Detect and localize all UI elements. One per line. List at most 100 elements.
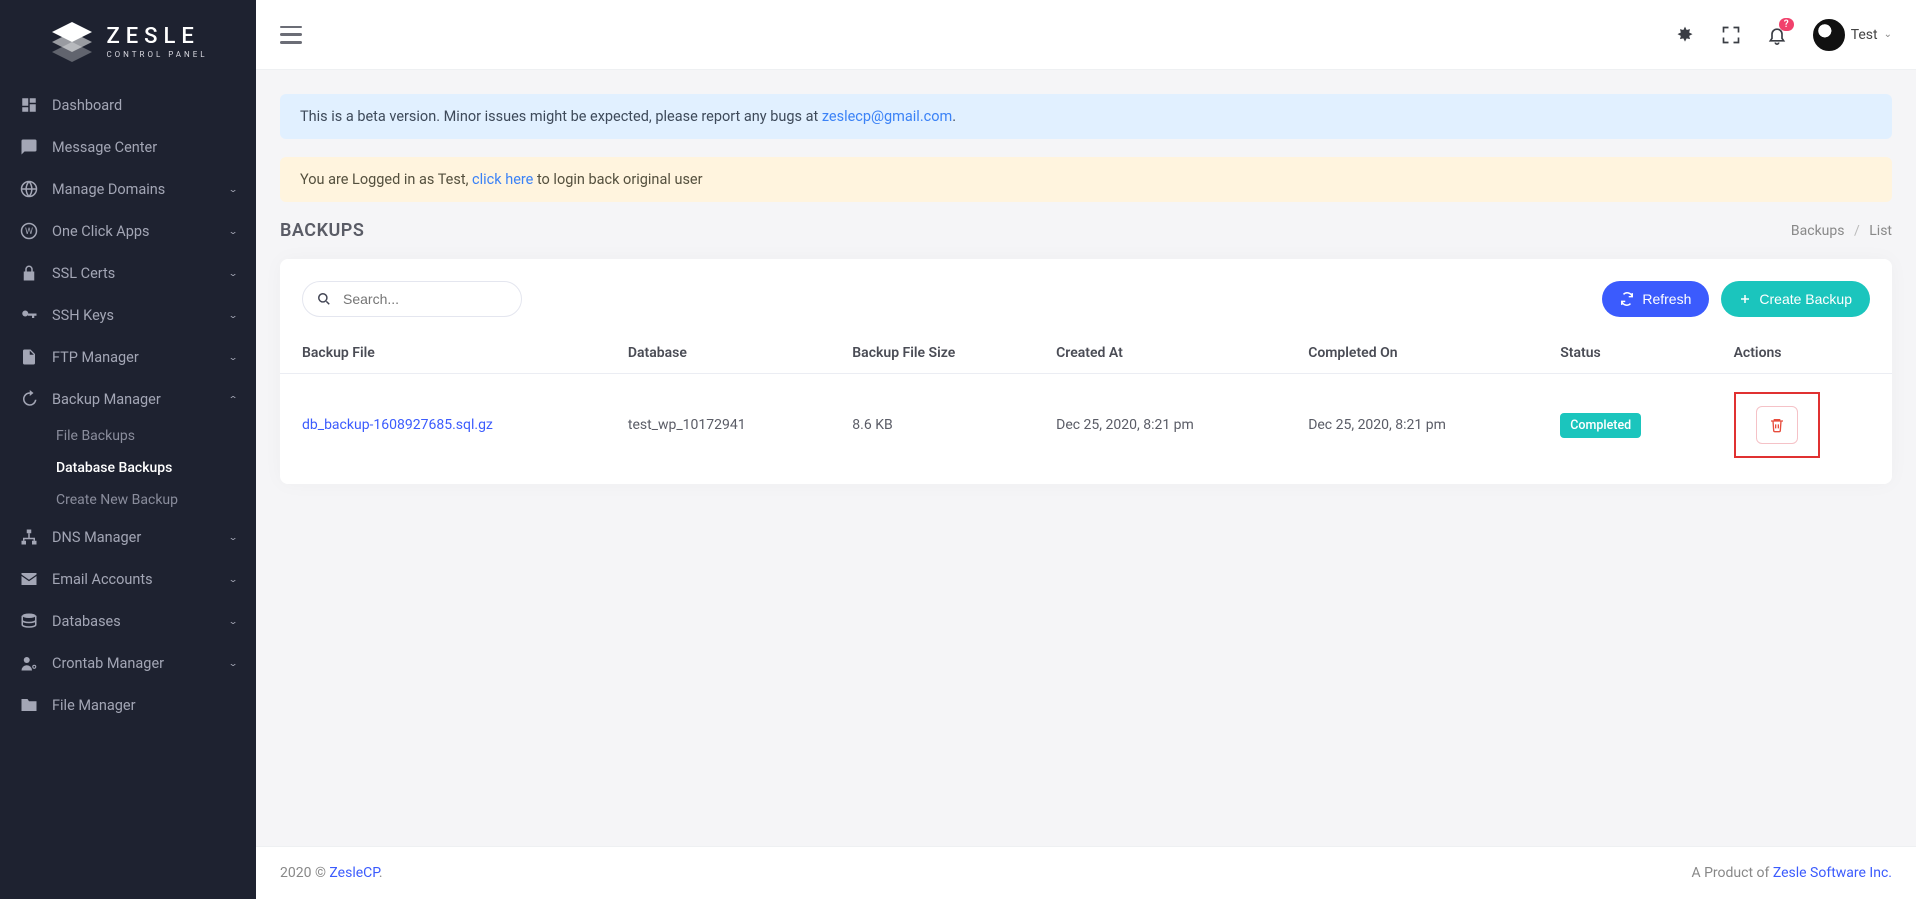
search-input[interactable]: [302, 281, 522, 317]
chevron-down-icon: ⌄: [228, 658, 238, 668]
footer-brand-link[interactable]: ZesleCP: [329, 865, 378, 881]
logo-subtitle: CONTROL PANEL: [106, 50, 207, 59]
dashboard-icon: [18, 96, 40, 114]
col-created: Created At: [1034, 333, 1286, 374]
delete-button[interactable]: [1756, 406, 1798, 444]
topbar: ? Test ⌄: [256, 0, 1916, 70]
page-head: BACKUPS Backups / List: [280, 220, 1892, 241]
nav-label: Manage Domains: [52, 181, 228, 198]
sidebar-sub-database-backups[interactable]: Database Backups: [0, 452, 256, 484]
footer-company-link[interactable]: Zesle Software Inc.: [1773, 865, 1892, 881]
sidebar-sub-file-backups[interactable]: File Backups: [0, 420, 256, 452]
sidebar: ZESLE CONTROL PANEL Dashboard Message Ce…: [0, 0, 256, 899]
chevron-down-icon: ⌄: [228, 574, 238, 584]
fullscreen-icon[interactable]: [1721, 25, 1741, 45]
login-back-link[interactable]: click here: [472, 171, 533, 188]
backup-file-link[interactable]: db_backup-1608927685.sql.gz: [302, 417, 493, 433]
breadcrumb-separator: /: [1854, 223, 1860, 239]
crumb-parent[interactable]: Backups: [1791, 223, 1845, 239]
nav-label: Dashboard: [52, 97, 238, 114]
sidebar-item-message-center[interactable]: Message Center: [0, 126, 256, 168]
nav-label: One Click Apps: [52, 223, 228, 240]
status-badge: Completed: [1560, 413, 1641, 438]
breadcrumb: Backups / List: [1791, 223, 1892, 239]
user-name: Test: [1851, 27, 1878, 43]
nav-label: Message Center: [52, 139, 238, 156]
sidebar-item-backup-manager[interactable]: Backup Manager ⌄: [0, 378, 256, 420]
nav-label: SSL Certs: [52, 265, 228, 282]
nav-label: Crontab Manager: [52, 655, 228, 672]
alert-text: to login back original user: [533, 171, 702, 188]
col-status: Status: [1538, 333, 1711, 374]
footer: 2020 © ZesleCP. A Product of Zesle Softw…: [256, 846, 1916, 899]
button-label: Refresh: [1642, 291, 1691, 307]
cell-created: Dec 25, 2020, 8:21 pm: [1034, 374, 1286, 477]
mail-icon: [18, 570, 40, 588]
search-wrap: [302, 281, 522, 317]
main: ? Test ⌄ This is a beta version. Minor i…: [256, 0, 1916, 899]
avatar: [1813, 19, 1845, 51]
folder-icon: [18, 696, 40, 714]
col-database: Database: [606, 333, 830, 374]
table-row: db_backup-1608927685.sql.gz test_wp_1017…: [280, 374, 1892, 477]
nav-label: DNS Manager: [52, 529, 228, 546]
database-icon: [18, 612, 40, 630]
wordpress-icon: W: [18, 222, 40, 240]
sidebar-item-ssh-keys[interactable]: SSH Keys ⌄: [0, 294, 256, 336]
chevron-down-icon: ⌄: [228, 268, 238, 278]
sidebar-item-file-manager[interactable]: File Manager: [0, 684, 256, 726]
user-menu[interactable]: Test ⌄: [1813, 19, 1892, 51]
action-highlight: [1734, 392, 1820, 458]
sidebar-item-manage-domains[interactable]: Manage Domains ⌄: [0, 168, 256, 210]
plus-icon: [1739, 293, 1751, 305]
card-toolbar: Refresh Create Backup: [280, 281, 1892, 333]
sidebar-item-crontab-manager[interactable]: Crontab Manager ⌄: [0, 642, 256, 684]
leaf-icon[interactable]: [1675, 25, 1695, 45]
content: This is a beta version. Minor issues mig…: [256, 70, 1916, 846]
notifications-button[interactable]: ?: [1767, 25, 1787, 45]
alert-text: This is a beta version. Minor issues mig…: [300, 108, 822, 125]
sidebar-item-dashboard[interactable]: Dashboard: [0, 84, 256, 126]
col-size: Backup File Size: [830, 333, 1034, 374]
sitemap-icon: [18, 528, 40, 546]
beta-alert: This is a beta version. Minor issues mig…: [280, 94, 1892, 139]
cell-database: test_wp_10172941: [606, 374, 830, 477]
nav-label: Databases: [52, 613, 228, 630]
logo-brand: ZESLE: [106, 26, 207, 48]
globe-icon: [18, 180, 40, 198]
crumb-current: List: [1869, 223, 1892, 239]
sidebar-item-databases[interactable]: Databases ⌄: [0, 600, 256, 642]
sidebar-item-email-accounts[interactable]: Email Accounts ⌄: [0, 558, 256, 600]
sidebar-sub-create-new-backup[interactable]: Create New Backup: [0, 484, 256, 516]
logo[interactable]: ZESLE CONTROL PANEL: [0, 0, 256, 84]
lock-icon: [18, 264, 40, 282]
col-actions: Actions: [1712, 333, 1892, 374]
sidebar-toggle[interactable]: [280, 26, 302, 44]
page-title: BACKUPS: [280, 220, 364, 241]
backups-card: Refresh Create Backup Backup File Databa…: [280, 259, 1892, 484]
nav-label: FTP Manager: [52, 349, 228, 366]
backup-submenu: File Backups Database Backups Create New…: [0, 420, 256, 516]
chevron-down-icon: ⌄: [1884, 29, 1892, 40]
sidebar-item-ftp-manager[interactable]: FTP Manager ⌄: [0, 336, 256, 378]
trash-icon: [1769, 417, 1785, 433]
history-icon: [18, 390, 40, 408]
sidebar-item-dns-manager[interactable]: DNS Manager ⌄: [0, 516, 256, 558]
chevron-down-icon: ⌄: [228, 226, 238, 236]
cell-completed: Dec 25, 2020, 8:21 pm: [1286, 374, 1538, 477]
file-icon: [18, 348, 40, 366]
footer-right: A Product of Zesle Software Inc.: [1691, 865, 1892, 881]
key-icon: [18, 306, 40, 324]
login-as-alert: You are Logged in as Test, click here to…: [280, 157, 1892, 202]
beta-email-link[interactable]: zeslecp@gmail.com: [822, 108, 952, 125]
sidebar-item-one-click-apps[interactable]: W One Click Apps ⌄: [0, 210, 256, 252]
button-label: Create Backup: [1759, 291, 1852, 307]
sidebar-item-ssl-certs[interactable]: SSL Certs ⌄: [0, 252, 256, 294]
nav-label: Backup Manager: [52, 391, 228, 408]
chevron-down-icon: ⌄: [228, 310, 238, 320]
refresh-button[interactable]: Refresh: [1602, 281, 1709, 317]
message-icon: [18, 138, 40, 156]
backups-table: Backup File Database Backup File Size Cr…: [280, 333, 1892, 476]
create-backup-button[interactable]: Create Backup: [1721, 281, 1870, 317]
col-completed: Completed On: [1286, 333, 1538, 374]
